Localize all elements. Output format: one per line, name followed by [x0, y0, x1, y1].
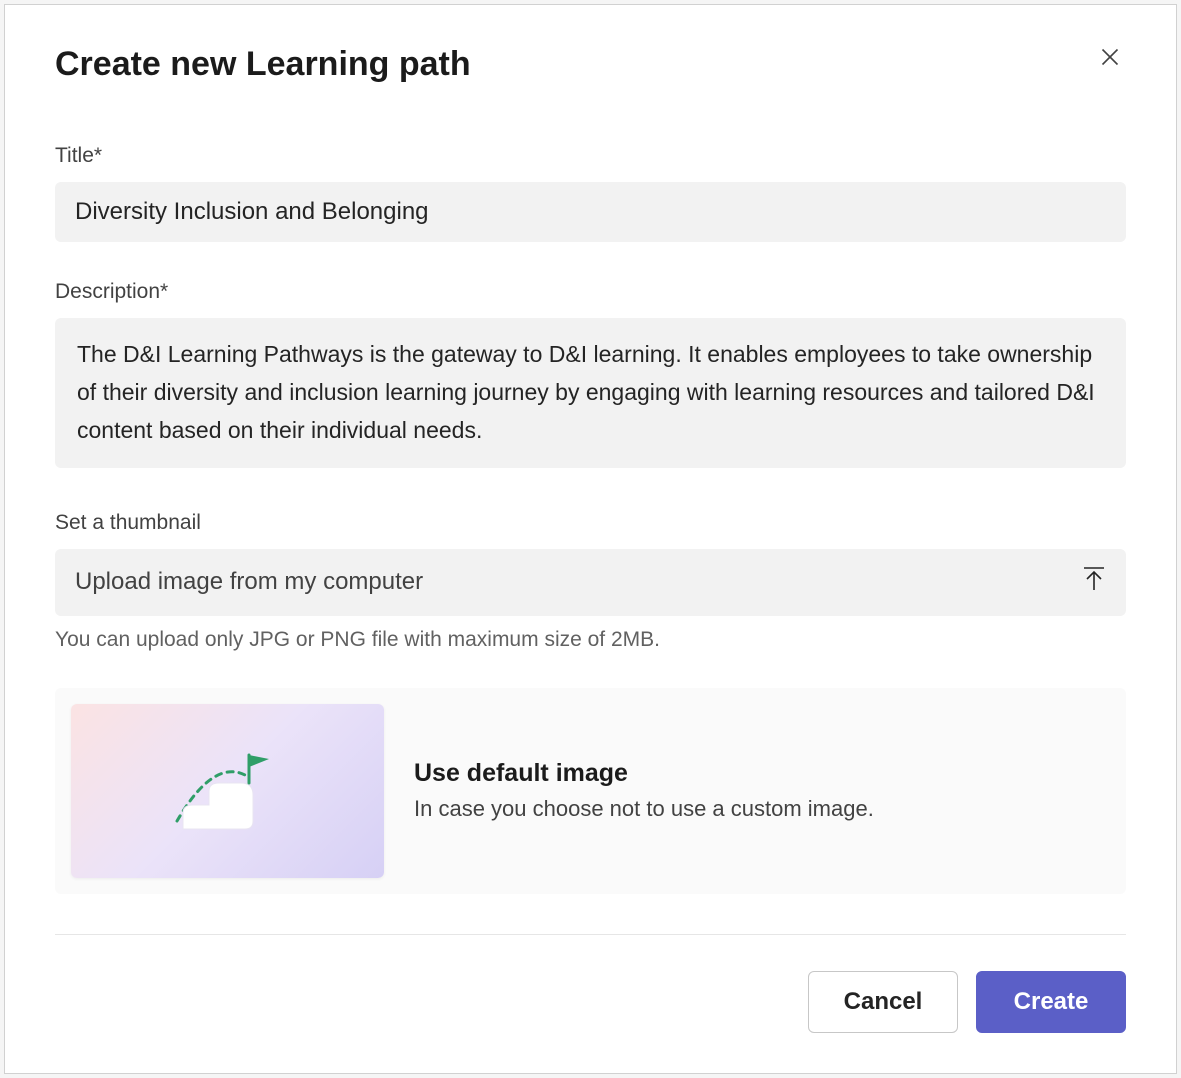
title-input[interactable] — [55, 182, 1126, 242]
create-button[interactable]: Create — [976, 971, 1126, 1033]
modal-header: Create new Learning path — [55, 45, 1126, 84]
form-body: Title* Description* Set a thumbnail Uplo… — [55, 144, 1126, 935]
upload-helper-text: You can upload only JPG or PNG file with… — [55, 628, 1126, 652]
learning-path-icon — [163, 741, 293, 841]
title-field-group: Title* — [55, 144, 1126, 242]
cancel-button[interactable]: Cancel — [808, 971, 958, 1033]
description-field-group: Description* — [55, 280, 1126, 473]
modal-title: Create new Learning path — [55, 45, 471, 84]
close-button[interactable] — [1094, 41, 1126, 76]
thumbnail-field-group: Set a thumbnail Upload image from my com… — [55, 511, 1126, 894]
close-icon — [1100, 55, 1120, 70]
title-label: Title* — [55, 144, 1126, 168]
default-image-subtitle: In case you choose not to use a custom i… — [414, 796, 1106, 822]
default-image-title: Use default image — [414, 759, 1106, 788]
description-label: Description* — [55, 280, 1126, 304]
create-learning-path-modal: Create new Learning path Title* Descript… — [4, 4, 1177, 1074]
modal-footer: Cancel Create — [55, 935, 1126, 1033]
default-thumbnail-preview — [71, 704, 384, 878]
upload-icon — [1082, 565, 1106, 600]
default-image-text: Use default image In case you choose not… — [414, 759, 1106, 822]
upload-image-button[interactable]: Upload image from my computer — [55, 549, 1126, 616]
upload-text: Upload image from my computer — [75, 568, 423, 596]
default-image-card[interactable]: Use default image In case you choose not… — [55, 688, 1126, 894]
description-textarea[interactable] — [55, 318, 1126, 468]
thumbnail-label: Set a thumbnail — [55, 511, 1126, 535]
